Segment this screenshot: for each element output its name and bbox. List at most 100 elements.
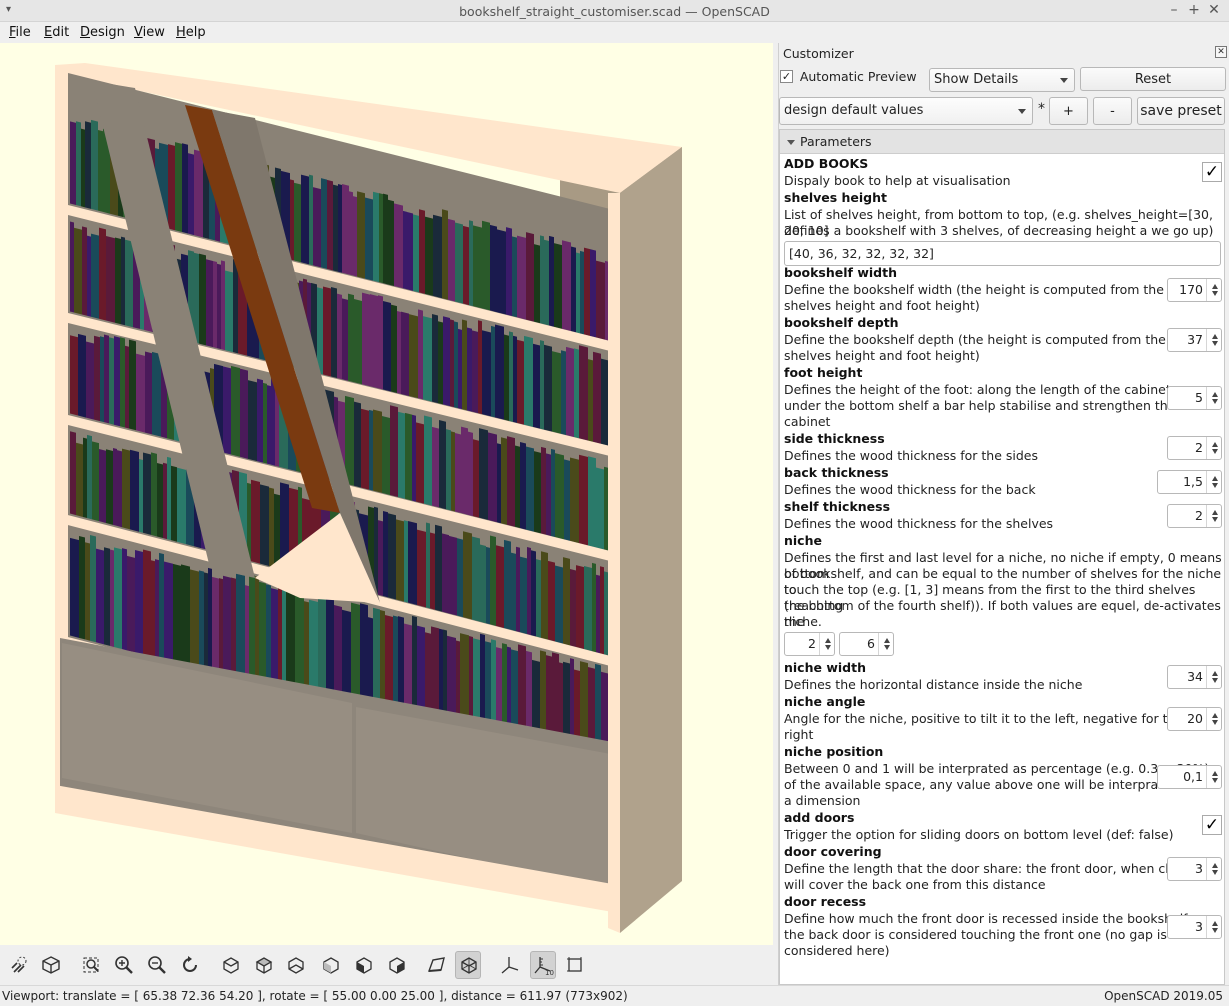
parameters-panel: Parameters ADD BOOKS Dispaly book to hel…: [779, 129, 1225, 985]
menu-view[interactable]: View: [134, 25, 165, 40]
param-niche-width-spinbox[interactable]: 34: [1167, 665, 1222, 689]
param-bookshelf-depth-spinbox[interactable]: 37: [1167, 328, 1222, 352]
spin-down-icon[interactable]: [1212, 483, 1218, 488]
view-right-button[interactable]: [217, 951, 243, 979]
menu-file[interactable]: File: [9, 25, 31, 40]
render-button[interactable]: [38, 951, 64, 979]
book-spine: [85, 542, 90, 641]
parameters-group-header[interactable]: Parameters: [780, 130, 1224, 154]
spin-down-icon[interactable]: [1212, 449, 1218, 454]
param-bookshelf-width-spinbox[interactable]: 170: [1167, 278, 1222, 302]
spin-up-icon[interactable]: [1212, 863, 1218, 868]
book-spine: [98, 130, 103, 212]
book-spine: [391, 304, 397, 393]
perspective-button[interactable]: [423, 951, 449, 979]
chevron-down-icon: [1060, 78, 1068, 83]
menu-edit[interactable]: Edit: [44, 25, 69, 40]
show-edges-button[interactable]: [562, 951, 588, 979]
spin-up-icon[interactable]: [1212, 284, 1218, 289]
orthogonal-icon: [461, 957, 477, 974]
book-spine: [416, 422, 424, 504]
book-spine: [217, 263, 221, 350]
zoom-out-button[interactable]: [144, 951, 170, 979]
spin-up-icon[interactable]: [1212, 671, 1218, 676]
spin-down-icon[interactable]: [825, 645, 831, 650]
param-niche-angle-spinbox[interactable]: 20: [1167, 707, 1222, 731]
add-preset-button[interactable]: +: [1049, 97, 1088, 125]
3d-viewport[interactable]: [0, 43, 773, 945]
param-niche-last-spinbox[interactable]: 6: [839, 632, 894, 656]
param-back-thickness-spinbox[interactable]: 1,5: [1157, 470, 1222, 494]
customizer-close-button[interactable]: ✕: [1215, 46, 1227, 58]
spin-down-icon[interactable]: [1212, 291, 1218, 296]
book-spine: [401, 311, 409, 396]
spin-down-icon[interactable]: [1212, 341, 1218, 346]
param-niche-first-spinbox[interactable]: 2: [784, 632, 835, 656]
param-side-thickness-name: side thickness: [784, 431, 885, 446]
spin-down-icon[interactable]: [1212, 678, 1218, 683]
spin-up-icon[interactable]: [1212, 771, 1218, 776]
spin-down-icon[interactable]: [1212, 517, 1218, 522]
save-preset-button[interactable]: save preset: [1137, 97, 1225, 125]
spin-up-icon[interactable]: [1212, 510, 1218, 515]
param-add-doors-checkbox[interactable]: ✓: [1202, 815, 1222, 835]
close-window-button[interactable]: ✕: [1206, 2, 1222, 18]
book-spine: [188, 153, 194, 236]
param-foot-height-spinbox[interactable]: 5: [1167, 386, 1222, 410]
remove-preset-button[interactable]: -: [1093, 97, 1132, 125]
reset-view-button[interactable]: [177, 951, 203, 979]
spin-down-icon[interactable]: [1212, 720, 1218, 725]
spin-up-icon[interactable]: [1212, 442, 1218, 447]
spinbox-value: 6: [867, 636, 875, 651]
book-spine: [480, 544, 486, 624]
menu-help[interactable]: Help: [176, 25, 206, 40]
param-side-thickness-spinbox[interactable]: 2: [1167, 436, 1222, 460]
book-spine: [245, 585, 249, 683]
spin-up-icon[interactable]: [1212, 713, 1218, 718]
book-spine: [473, 225, 482, 309]
spin-down-icon[interactable]: [1212, 778, 1218, 783]
minimize-button[interactable]: –: [1166, 2, 1182, 18]
parameters-header-label: Parameters: [800, 134, 872, 149]
view-left-button[interactable]: [317, 951, 343, 979]
view-top-button[interactable]: [250, 951, 276, 979]
menu-design[interactable]: Design: [80, 25, 125, 40]
spin-up-icon[interactable]: [1212, 392, 1218, 397]
reset-button[interactable]: Reset: [1080, 67, 1226, 91]
orthogonal-button[interactable]: [455, 951, 481, 979]
spin-down-icon[interactable]: [884, 645, 890, 650]
automatic-preview-checkbox[interactable]: ✓: [780, 70, 793, 83]
book-spine: [383, 300, 391, 392]
view-back-button[interactable]: [383, 951, 409, 979]
zoom-in-button[interactable]: [111, 951, 137, 979]
book-spine: [151, 452, 157, 537]
spin-up-icon[interactable]: [1212, 334, 1218, 339]
book-spine: [125, 345, 129, 429]
spin-up-icon[interactable]: [1212, 921, 1218, 926]
param-niche-angle-desc-2: right: [784, 727, 814, 742]
spin-down-icon[interactable]: [1212, 870, 1218, 875]
spin-up-icon[interactable]: [1212, 476, 1218, 481]
spin-up-icon[interactable]: [884, 638, 890, 643]
param-niche-position-spinbox[interactable]: 0,1: [1157, 765, 1222, 789]
param-door-recess-spinbox[interactable]: 3: [1167, 915, 1222, 939]
param-shelves-height-input[interactable]: [40, 36, 32, 32, 32, 32]: [784, 241, 1221, 266]
show-axes-button[interactable]: [497, 951, 523, 979]
param-shelf-thickness-spinbox[interactable]: 2: [1167, 504, 1222, 528]
view-all-button[interactable]: [78, 951, 104, 979]
param-door-covering-spinbox[interactable]: 3: [1167, 857, 1222, 881]
spin-up-icon[interactable]: [825, 638, 831, 643]
preset-combo[interactable]: design default values: [779, 97, 1033, 125]
automatic-preview-row[interactable]: ✓ Automatic Preview: [780, 69, 930, 93]
preview-animate-button[interactable]: [6, 951, 32, 979]
view-bottom-button[interactable]: [282, 951, 308, 979]
param-add-books-checkbox[interactable]: ✓: [1202, 162, 1222, 182]
spin-down-icon[interactable]: [1212, 928, 1218, 933]
spin-down-icon[interactable]: [1212, 399, 1218, 404]
show-scale-button[interactable]: 10: [530, 951, 556, 979]
maximize-button[interactable]: +: [1186, 2, 1202, 18]
details-combo[interactable]: Show Details: [929, 68, 1075, 92]
view-front-button[interactable]: [350, 951, 376, 979]
book-spine: [554, 243, 562, 329]
param-add-books-name: ADD BOOKS: [784, 156, 869, 171]
